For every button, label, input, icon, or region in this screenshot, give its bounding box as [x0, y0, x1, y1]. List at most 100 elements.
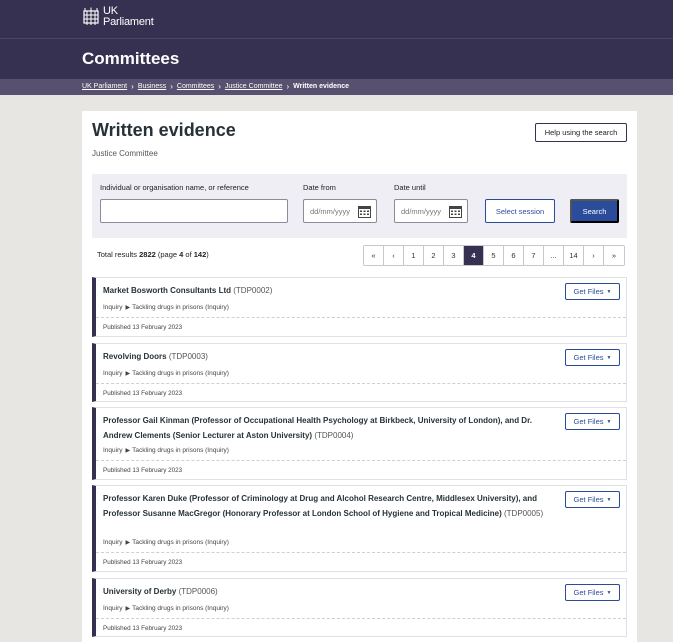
inquiry-line: Inquiry ▶ Tackling drugs in prisons (Inqui… [103, 370, 229, 377]
inquiry-line: Inquiry ▶ Tackling drugs in prisons (Inqui… [103, 447, 229, 454]
pagination: « ‹ 1 2 3 4 5 6 7 ... 14 › » [363, 245, 625, 266]
evidence-card: Professor Gail Kinman (Professor of Occu… [92, 407, 627, 480]
evidence-title[interactable]: University of Derby (TDP0006) [103, 585, 558, 600]
total-prefix: Total results [97, 250, 140, 259]
get-files-button[interactable]: Get Files ▼ [565, 283, 620, 300]
page-prefix: (page [155, 250, 180, 259]
published-date: Published 13 February 2023 [103, 324, 183, 331]
name-field-label: Individual or organisation name, or refe… [100, 183, 249, 192]
submitter-name[interactable]: Revolving Doors [103, 352, 167, 361]
inquiry-name[interactable]: Tackling drugs in prisons (Inquiry) [132, 447, 229, 454]
get-files-button[interactable]: Get Files ▼ [565, 349, 620, 366]
page-1-button[interactable]: 1 [404, 246, 424, 265]
evidence-title[interactable]: Revolving Doors (TDP0003) [103, 350, 558, 365]
breadcrumb-separator-icon: › [170, 82, 173, 91]
results-summary: Total results 2822 (page 4 of 142) [97, 250, 209, 259]
page-6-button[interactable]: 6 [504, 246, 524, 265]
select-session-button[interactable]: Select session [485, 199, 555, 223]
submitter-name[interactable]: Market Bosworth Consultants Ltd [103, 286, 231, 295]
portcullis-icon [83, 7, 99, 25]
section-title-bar: Committees [0, 38, 673, 79]
caret-down-icon: ▼ [606, 354, 612, 361]
name-search-input[interactable] [100, 199, 288, 223]
top-bar: UK Parliament [0, 0, 673, 38]
date-from-placeholder: dd/mm/yyyy [310, 206, 351, 216]
breadcrumb-committees[interactable]: Committees [177, 83, 214, 90]
page-4-button[interactable]: 4 [464, 246, 484, 265]
page-title: Written evidence [92, 120, 236, 140]
help-search-button[interactable]: Help using the search [535, 123, 627, 142]
next-page-button[interactable]: › [584, 246, 604, 265]
page-subtitle: Justice Committee [92, 149, 158, 158]
evidence-reference: (TDP0005) [503, 508, 544, 518]
inquiry-name[interactable]: Tackling drugs in prisons (Inquiry) [132, 605, 229, 612]
previous-page-button[interactable]: ‹ [384, 246, 404, 265]
inquiry-label: Inquiry [103, 304, 123, 311]
inquiry-label: Inquiry [103, 605, 123, 612]
evidence-card: Professor Karen Duke (Professor of Crimi… [92, 485, 627, 572]
page-7-button[interactable]: 7 [524, 246, 544, 265]
get-files-label: Get Files [573, 588, 604, 597]
last-page-button[interactable]: » [604, 246, 624, 265]
date-until-input[interactable]: dd/mm/yyyy [394, 199, 468, 223]
get-files-button[interactable]: Get Files ▼ [565, 584, 620, 601]
first-page-button[interactable]: « [364, 246, 384, 265]
page-3-button[interactable]: 3 [444, 246, 464, 265]
date-from-label: Date from [303, 183, 336, 192]
inquiry-name[interactable]: Tackling drugs in prisons (Inquiry) [132, 370, 229, 377]
total-pages: 142 [193, 250, 207, 259]
inquiry-name[interactable]: Tackling drugs in prisons (Inquiry) [132, 304, 229, 311]
card-divider [96, 383, 626, 384]
calendar-icon[interactable] [358, 205, 371, 218]
search-button[interactable]: Search [570, 199, 619, 223]
get-files-label: Get Files [573, 495, 604, 504]
evidence-reference: (TDP0003) [168, 352, 208, 361]
inquiry-line: Inquiry ▶ Tackling drugs in prisons (Inqui… [103, 304, 229, 311]
arrow-right-icon: ▶ [125, 448, 131, 454]
page-of: of [183, 250, 194, 259]
inquiry-line: Inquiry ▶ Tackling drugs in prisons (Inqui… [103, 605, 229, 612]
get-files-label: Get Files [573, 417, 604, 426]
caret-down-icon: ▼ [606, 496, 612, 503]
inquiry-label: Inquiry [103, 370, 123, 377]
section-title: Committees [82, 49, 180, 68]
evidence-title[interactable]: Professor Karen Duke (Professor of Crimi… [103, 492, 558, 521]
submitter-name[interactable]: Professor Karen Duke (Professor of Crimi… [103, 494, 537, 518]
evidence-title[interactable]: Market Bosworth Consultants Ltd (TDP0002… [103, 284, 558, 299]
breadcrumb-separator-icon: › [286, 82, 290, 91]
inquiry-line: Inquiry ▶ Tackling drugs in prisons (Inqui… [103, 539, 229, 546]
date-until-label: Date until [394, 183, 426, 192]
breadcrumb-uk-parliament[interactable]: UK Parliament [82, 83, 127, 90]
arrow-right-icon: ▶ [125, 305, 131, 311]
evidence-card: University of Derby (TDP0006) Inquiry ▶ Ta… [92, 578, 627, 637]
page-suffix: ) [206, 250, 209, 259]
published-date: Published 13 February 2023 [103, 390, 183, 397]
breadcrumb-business[interactable]: Business [138, 83, 166, 90]
submitter-name[interactable]: University of Derby [103, 587, 176, 596]
breadcrumb-justice-committee[interactable]: Justice Committee [225, 83, 283, 90]
evidence-title[interactable]: Professor Gail Kinman (Professor of Occu… [103, 414, 558, 443]
published-date: Published 13 February 2023 [103, 467, 183, 474]
get-files-button[interactable]: Get Files ▼ [565, 491, 620, 508]
page-5-button[interactable]: 5 [484, 246, 504, 265]
arrow-right-icon: ▶ [125, 371, 131, 377]
breadcrumb-bar: UK Parliament › Business › Committees › … [0, 79, 673, 95]
evidence-reference: (TDP0002) [233, 286, 273, 295]
main-panel: Written evidence Justice Committee Help … [82, 111, 637, 642]
get-files-button[interactable]: Get Files ▼ [565, 413, 620, 430]
uk-parliament-logo[interactable]: UK Parliament [82, 6, 154, 28]
pagination-ellipsis: ... [544, 246, 564, 265]
page-14-button[interactable]: 14 [564, 246, 584, 265]
caret-down-icon: ▼ [606, 288, 612, 295]
arrow-right-icon: ▶ [125, 606, 131, 612]
page-2-button[interactable]: 2 [424, 246, 444, 265]
calendar-icon[interactable] [449, 205, 462, 218]
date-from-input[interactable]: dd/mm/yyyy [303, 199, 377, 223]
caret-down-icon: ▼ [606, 418, 612, 425]
date-until-placeholder: dd/mm/yyyy [401, 206, 442, 216]
evidence-reference: (TDP0006) [178, 587, 218, 596]
inquiry-name[interactable]: Tackling drugs in prisons (Inquiry) [132, 539, 229, 546]
search-filter-panel: Individual or organisation name, or refe… [92, 174, 627, 238]
breadcrumb-separator-icon: › [131, 82, 134, 91]
breadcrumb-current: Written evidence [293, 83, 350, 90]
